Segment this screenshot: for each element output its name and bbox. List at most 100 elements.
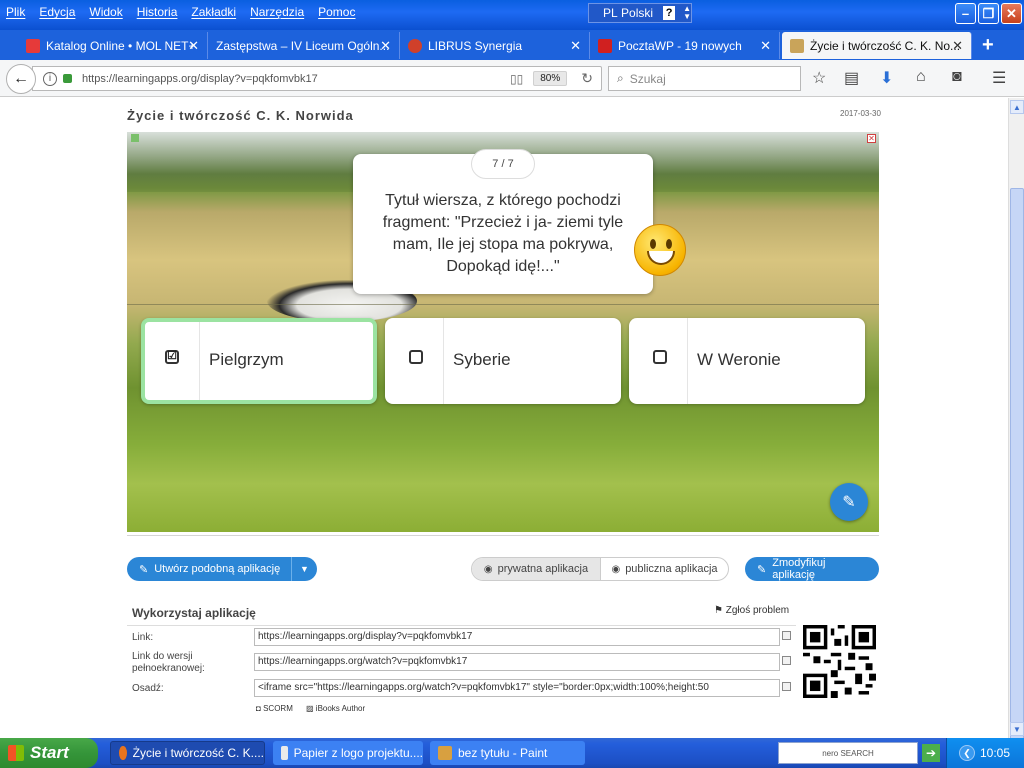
dropdown-caret-icon[interactable]: ▼ [291,557,317,581]
visibility-toggle[interactable]: ◉ prywatna aplikacja ◉ publiczna aplikac… [471,557,729,581]
tab-strip: Katalog Online • MOL NET+ ✕ Zastępstwa –… [0,30,1024,60]
taskbar-item-paper[interactable]: Papier z logo projektu.... [273,741,423,765]
tab-librus[interactable]: LIBRUS Synergia ✕ [400,32,590,59]
reader-view-icon[interactable]: ▯▯ [510,72,523,86]
restore-button[interactable]: ❐ [978,3,999,24]
private-app-option[interactable]: ◉ prywatna aplikacja [472,558,601,580]
info-icon[interactable]: i [43,71,57,86]
language-name: Polski [621,6,654,20]
tab-zastepstwa[interactable]: Zastępstwa – IV Liceum Ogóln... ✕ [208,32,400,59]
navigation-bar: i https://learningapps.org/display?v=pqk… [0,60,1024,97]
checkbox-checked-icon[interactable]: ☑ [165,350,179,364]
taskbar-item-label: bez tytułu - Paint [458,746,548,760]
document-icon [281,746,288,760]
check-answers-button[interactable]: ✎ [830,483,868,521]
reload-icon[interactable]: ↻ [581,70,593,87]
vertical-scrollbar[interactable]: ▲ ▼ [1008,98,1024,758]
horizon-line [127,304,879,305]
tab-poczta[interactable]: PocztaWP - 19 nowych ✕ [590,32,780,59]
help-icon[interactable]: ? [663,6,676,20]
menu-widok[interactable]: Widok [89,5,122,19]
language-code: PL [603,6,618,20]
page-content: Życie i twórczość C. K. Norwida 2017-03-… [0,98,1008,738]
scroll-up-icon[interactable]: ▲ [1010,100,1024,114]
tab-close-icon[interactable]: ✕ [570,38,581,54]
pocket-icon[interactable]: ◙ [952,68,962,86]
zoom-level[interactable]: 80% [533,71,568,86]
close-window-button[interactable]: ✕ [1001,3,1022,24]
start-label: Start [30,743,69,762]
create-similar-button[interactable]: ✎ Utwórz podobną aplikację ▼ [127,557,317,581]
minimize-button[interactable]: – [955,3,976,24]
tray-expand-icon[interactable]: ❮ [959,745,975,761]
tab-close-icon[interactable]: ✕ [760,38,771,54]
tab-favicon-icon [598,38,612,53]
copy-icon[interactable] [782,631,791,640]
public-app-option[interactable]: ◉ publiczna aplikacja [601,558,728,580]
answer-option-2[interactable]: Syberie [385,318,621,404]
corner-marker-icon [131,134,139,142]
copy-icon[interactable] [782,682,791,691]
scroll-down-icon[interactable]: ▼ [1010,722,1024,736]
answer-option-3[interactable]: W Weronie [629,318,865,404]
checkbox-icon[interactable] [653,350,667,364]
answer-label: Syberie [453,350,511,369]
nero-search-box[interactable]: nero SEARCH [778,742,918,764]
library-icon[interactable]: ▤ [844,68,859,88]
download-icon[interactable]: ⬇ [880,68,893,88]
url-bar[interactable]: i https://learningapps.org/display?v=pqk… [32,66,602,91]
fullscreen-link-field[interactable]: https://learningapps.org/watch?v=pqkfomv… [254,653,780,671]
menu-hamburger-icon[interactable]: ☰ [992,68,1006,88]
app-date: 2017-03-30 [840,109,881,118]
eye-icon: ◉ [483,563,493,575]
camera-icon: ◘ [256,704,261,713]
tab-close-icon[interactable]: ✕ [188,38,199,54]
tab-label: LIBRUS Synergia [428,38,523,53]
quiz-stage: ✕ 7 / 7 Tytuł wiersza, z którego pochodz… [127,132,879,532]
smiley-eye [666,239,672,249]
tab-katalog[interactable]: Katalog Online • MOL NET+ ✕ [18,32,208,59]
taskbar-item-firefox[interactable]: Życie i twórczość C. K.... [110,741,265,765]
search-placeholder: Szukaj [629,71,666,86]
flag-icon: ⚑ [714,605,723,616]
book-icon: ▨ [306,704,314,713]
menu-narzedzia[interactable]: Narzędzia [250,5,304,19]
bookmark-star-icon[interactable]: ☆ [812,68,826,88]
embed-field[interactable]: <iframe src="https://learningapps.org/wa… [254,679,780,697]
app-title: Życie i twórczość C. K. Norwida [127,108,354,123]
taskbar-item-paint[interactable]: bez tytułu - Paint [430,741,585,765]
checkbox-icon[interactable] [409,350,423,364]
new-tab-button[interactable]: + [982,34,994,57]
question-text: Tytuł wiersza, z którego pochodzi fragme… [382,192,624,275]
fullscreen-close-icon[interactable]: ✕ [867,134,876,143]
create-similar-label: Utwórz podobną aplikację [154,563,281,575]
menu-edycja[interactable]: Edycja [39,5,75,19]
start-button[interactable]: Start [0,738,98,768]
edit-icon: ✎ [139,563,149,576]
expand-arrows-icon[interactable]: ▲ ▼ [683,5,691,21]
language-bar[interactable]: PL Polski ? ▲ ▼ [588,3,692,23]
tab-close-icon[interactable]: ✕ [380,38,391,54]
answer-option-1[interactable]: ☑ Pielgrzym [141,318,377,404]
link-field[interactable]: https://learningapps.org/display?v=pqkfo… [254,628,780,646]
search-input[interactable]: ⌕ Szukaj [608,66,801,91]
home-icon[interactable]: ⌂ [916,68,926,86]
section-divider [127,535,879,536]
scroll-thumb[interactable] [1010,188,1024,758]
menu-historia[interactable]: Historia [137,5,178,19]
scorm-link[interactable]: ◘ SCORM [256,704,293,713]
go-arrow-icon[interactable]: ➔ [922,744,940,762]
answer-label: W Weronie [697,350,781,369]
menu-zakladki[interactable]: Zakładki [191,5,236,19]
menu-pomoc[interactable]: Pomoc [318,5,355,19]
report-problem-link[interactable]: ⚑ Zgłoś problem [714,605,789,616]
tab-close-icon[interactable]: ✕ [952,38,963,54]
pencil-icon: ✎ [757,563,767,576]
back-button[interactable]: ← [6,64,36,94]
copy-icon[interactable] [782,656,791,665]
tab-zycie-active[interactable]: Życie i twórczość C. K. No... ✕ [782,32,972,59]
menu-plik[interactable]: Plik [6,5,25,19]
url-text[interactable]: https://learningapps.org/display?v=pqkfo… [82,73,510,85]
modify-app-button[interactable]: ✎ Zmodyfikuj aplikację [745,557,879,581]
ibooks-link[interactable]: ▨ iBooks Author [306,704,365,713]
